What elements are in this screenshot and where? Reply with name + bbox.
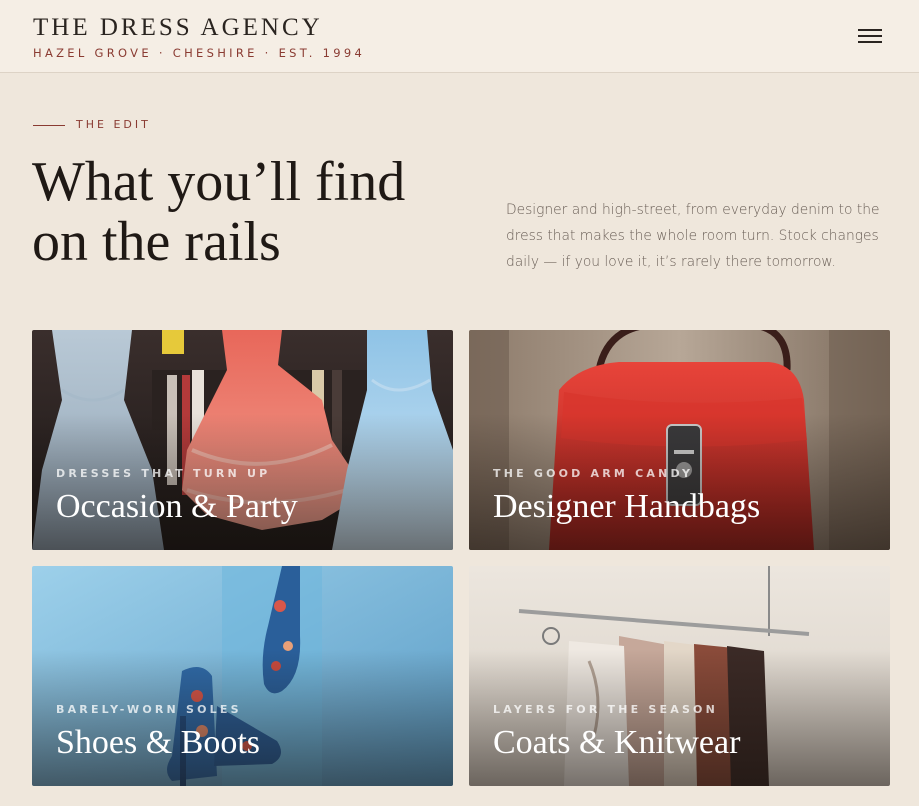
card-title: Shoes & Boots	[56, 724, 261, 761]
site-header: THE DRESS AGENCY HAZEL GROVE · CHESHIRE …	[0, 0, 919, 73]
section-headline: What you’ll find on the rails	[32, 152, 452, 272]
section-lead: Designer and high-street, from everyday …	[506, 202, 880, 270]
card-kicker: BARELY-WORN SOLES	[56, 703, 242, 716]
headline-line-1: What you’ll find	[32, 151, 406, 213]
hamburger-menu-icon[interactable]	[852, 22, 888, 50]
menu-bar	[858, 41, 882, 43]
category-card-coats-knitwear[interactable]: LAYERS FOR THE SEASON Coats & Knitwear	[469, 566, 890, 786]
card-kicker: DRESSES THAT TURN UP	[56, 467, 271, 480]
card-title: Occasion & Party	[56, 488, 298, 525]
category-card-shoes-boots[interactable]: BARELY-WORN SOLES Shoes & Boots	[32, 566, 453, 786]
brand-tagline: HAZEL GROVE · CHESHIRE · EST. 1994	[33, 46, 366, 60]
menu-bar	[858, 29, 882, 31]
headline-line-2: on the rails	[32, 211, 281, 273]
category-card-designer-handbags[interactable]: THE GOOD ARM CANDY Designer Handbags	[469, 330, 890, 550]
eyebrow-rule	[33, 125, 65, 126]
category-card-occasion-party[interactable]: DRESSES THAT TURN UP Occasion & Party	[32, 330, 453, 550]
brand-name[interactable]: THE DRESS AGENCY	[33, 14, 323, 42]
menu-bar	[858, 35, 882, 37]
section-eyebrow: THE EDIT	[76, 118, 151, 131]
card-title: Designer Handbags	[493, 488, 761, 525]
card-title: Coats & Knitwear	[493, 724, 741, 761]
card-kicker: LAYERS FOR THE SEASON	[493, 703, 719, 716]
card-kicker: THE GOOD ARM CANDY	[493, 467, 694, 480]
